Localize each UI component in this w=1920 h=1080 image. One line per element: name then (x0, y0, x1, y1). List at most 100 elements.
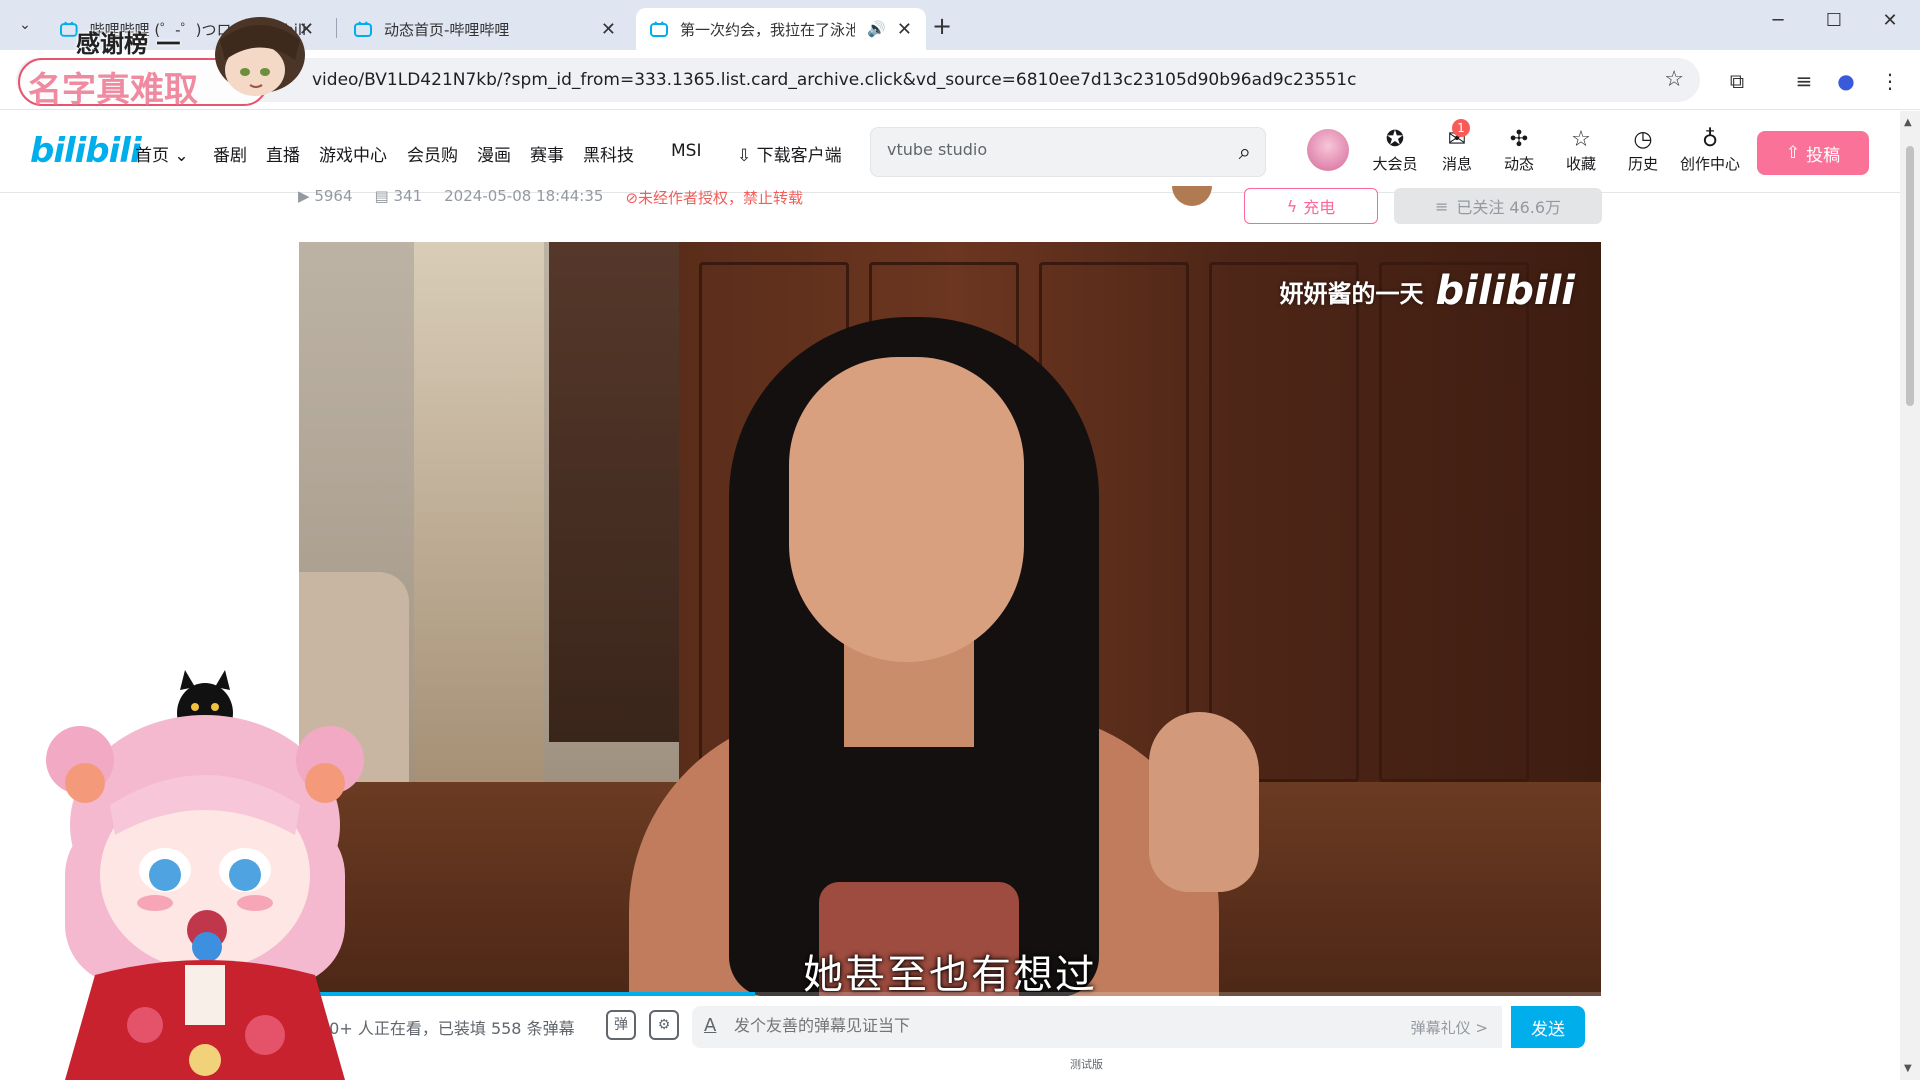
vip-icon: ✪ (1385, 127, 1405, 152)
send-danmaku-button[interactable]: 发送 (1511, 1006, 1585, 1048)
video-scene-doorway (414, 242, 544, 802)
speaker-icon[interactable]: 🔊 (867, 20, 886, 38)
page-scrollbar[interactable]: ▲ ▼ (1900, 111, 1920, 1080)
charge-label: 充电 (1303, 198, 1336, 217)
bulb-icon: ♁ (1701, 127, 1719, 152)
tab-title: 动态首页-哔哩哔哩 (384, 20, 510, 39)
tab-search-icon[interactable]: ⌄ (12, 12, 38, 38)
header-item-label: 收藏 (1565, 155, 1596, 173)
site-header: bilibili 首页 ⌄ 番剧 直播 游戏中心 会员购 漫画 赛事 黑科技 M… (0, 111, 1900, 193)
lightning-icon: ϟ (1286, 196, 1298, 216)
nav-esports[interactable]: 赛事 (530, 141, 564, 166)
nav-live[interactable]: 直播 (266, 141, 300, 166)
streamer-name-text: 名字真难取 (28, 70, 198, 110)
video-meta-row: ▶ 5964 ▤ 341 2024-05-08 18:44:35 ⊘未经作者授权… (298, 187, 803, 208)
copyright-notice: ⊘未经作者授权，禁止转载 (625, 187, 803, 208)
nav-label: 首页 (135, 146, 169, 166)
video-watermark: 妍妍酱的一天 bilibili (1279, 268, 1575, 314)
bilibili-favicon-icon (354, 21, 372, 37)
view-count: ▶ 5964 (298, 187, 353, 208)
media-controls-icon[interactable]: ≡ (1790, 69, 1818, 93)
download-icon: ⇩ (737, 146, 752, 166)
video-progress-bar[interactable] (299, 992, 1601, 996)
new-tab-button[interactable]: + (932, 12, 952, 40)
header-item-label: 大会员 (1372, 155, 1418, 173)
nav-tech[interactable]: 黑科技 (583, 141, 634, 166)
nav-manga[interactable]: 漫画 (477, 141, 511, 166)
watermark-text: 妍妍酱的一天 (1279, 279, 1424, 308)
header-item-label: 动态 (1503, 155, 1534, 173)
tab-dynamic[interactable]: 动态首页-哔哩哔哩 ✕ (340, 8, 630, 50)
wardrobe-panel (1209, 262, 1359, 782)
danmaku-settings-icon[interactable]: ⚙ (649, 1010, 679, 1040)
danmaku-count: ▤ 341 (375, 187, 423, 208)
danmaku-icon: ▤ (374, 187, 389, 205)
video-subtitle: 她甚至也有想过 (803, 952, 1097, 996)
nav-label: 下载客户端 (756, 146, 842, 166)
url-text[interactable]: video/BV1LD421N7kb/?spm_id_from=333.1365… (312, 70, 1356, 90)
charge-button[interactable]: ϟ 充电 (1244, 188, 1378, 224)
close-icon[interactable]: ✕ (601, 19, 616, 40)
bookmark-star-icon[interactable]: ☆ (1664, 67, 1684, 92)
thanks-rank-overlay: 感谢榜 一 (76, 30, 181, 58)
nav-game-center[interactable]: 游戏中心 (319, 141, 387, 166)
header-item-label: 历史 (1627, 155, 1658, 173)
profile-icon[interactable]: ● (1832, 69, 1860, 93)
nav-msi[interactable]: MSI (671, 141, 701, 161)
video-player[interactable]: 妍妍酱的一天 bilibili 她甚至也有想过 (299, 242, 1601, 996)
window-close-icon[interactable]: ✕ (1870, 10, 1910, 31)
nav-vip-shop[interactable]: 会员购 (407, 141, 458, 166)
danmaku-etiquette-link[interactable]: 弹幕礼仪 > (1411, 1017, 1488, 1038)
header-item-label: 消息 (1441, 155, 1472, 173)
clock-icon: ◷ (1633, 127, 1653, 152)
danmaku-toggle-icon[interactable]: 弹 (606, 1010, 636, 1040)
search-box: ⌕ (870, 127, 1266, 177)
scrollbar-thumb[interactable] (1906, 146, 1914, 406)
follow-label: 已关注 46.6万 (1456, 198, 1562, 217)
header-dynamic[interactable]: ✣ 动态 (1489, 127, 1549, 174)
uploader-avatar[interactable] (1172, 186, 1212, 206)
chibi-character-sticker (215, 17, 305, 96)
nav-download-client[interactable]: ⇩ 下载客户端 (737, 141, 842, 166)
danmaku-bar: 00+ 人正在看，已装填 558 条弹幕 弹 ⚙ A 弹幕礼仪 > 发送 (299, 998, 1601, 1054)
danmaku-style-icon[interactable]: A (704, 1015, 716, 1036)
user-avatar[interactable] (1307, 129, 1349, 171)
maximize-icon[interactable]: ☐ (1814, 10, 1854, 31)
search-input[interactable] (887, 140, 1207, 159)
header-vip[interactable]: ✪ 大会员 (1365, 127, 1425, 174)
tab-title: 第一次约会，我拉在了泳池 (680, 20, 855, 39)
nav-anime[interactable]: 番剧 (213, 141, 247, 166)
beta-tag: 测试版 (1070, 1058, 1103, 1071)
play-icon: ▶ (298, 187, 310, 205)
header-favorites[interactable]: ☆ 收藏 (1551, 127, 1611, 174)
bilibili-logo[interactable]: bilibili (30, 131, 142, 171)
wardrobe-panel (1379, 262, 1529, 782)
scroll-down-icon[interactable]: ▼ (1904, 1063, 1912, 1074)
header-history[interactable]: ◷ 历史 (1613, 127, 1673, 174)
menu-kebab-icon[interactable]: ⋮ (1876, 69, 1904, 93)
star-icon: ☆ (1571, 127, 1591, 152)
video-person-face (789, 357, 1024, 662)
video-person-hand (1149, 712, 1259, 892)
copyright-text: 未经作者授权，禁止转载 (638, 189, 804, 207)
menu-lines-icon: ≡ (1434, 196, 1449, 216)
extensions-icon[interactable]: ⧉ (1723, 69, 1751, 93)
danmaku-count-value: 341 (393, 187, 423, 205)
forbidden-icon: ⊘ (625, 189, 639, 207)
watermark-logo: bilibili (1435, 268, 1575, 314)
danmaku-input-wrap: A 弹幕礼仪 > (692, 1006, 1502, 1048)
upload-button[interactable]: ⇧ 投稿 (1757, 131, 1869, 175)
danmaku-input[interactable] (734, 1016, 1294, 1035)
bilibili-favicon-icon (650, 21, 668, 37)
vtuber-avatar-overlay (46, 670, 364, 1080)
video-scene-shelf (549, 242, 679, 742)
header-creator-center[interactable]: ♁ 创作中心 (1675, 127, 1745, 174)
minimize-icon[interactable]: ─ (1758, 10, 1798, 31)
follow-button[interactable]: ≡ 已关注 46.6万 (1394, 188, 1602, 224)
search-icon[interactable]: ⌕ (1239, 140, 1251, 165)
upload-label: 投稿 (1806, 145, 1841, 166)
close-icon[interactable]: ✕ (897, 19, 912, 40)
scroll-up-icon[interactable]: ▲ (1904, 117, 1912, 128)
tab-current-video[interactable]: 第一次约会，我拉在了泳池 🔊 ✕ (636, 8, 926, 50)
nav-home[interactable]: 首页 ⌄ (135, 141, 189, 166)
